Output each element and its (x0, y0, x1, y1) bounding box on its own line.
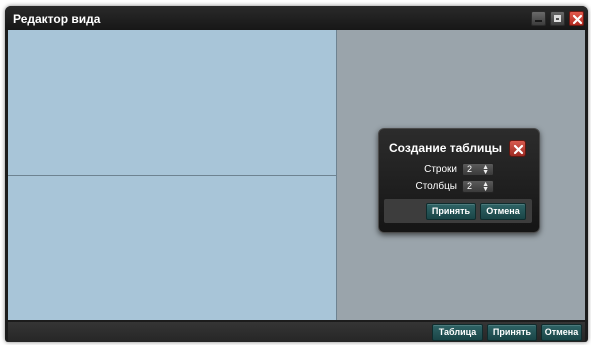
title-bar[interactable]: Редактор вида (5, 6, 588, 30)
table-button[interactable]: Таблица (432, 324, 483, 341)
window-title: Редактор вида (13, 12, 101, 26)
accept-button[interactable]: Принять (487, 324, 537, 341)
create-table-dialog: Создание таблицы Строки 2 ▲ ▼ Столбцы 2 ▲… (378, 128, 540, 233)
rows-spinner[interactable]: 2 ▲ ▼ (462, 163, 494, 176)
preview-row-divider (8, 175, 336, 176)
up-down-arrows-icon: ▲ ▼ (482, 181, 489, 193)
rows-value: 2 (467, 164, 473, 174)
maximize-button[interactable] (550, 11, 565, 26)
editor-workspace: Создание таблицы Строки 2 ▲ ▼ Столбцы 2 ▲… (8, 30, 585, 320)
up-down-arrows-icon: ▲ ▼ (482, 164, 489, 176)
bottom-toolbar: Таблица Принять Отмена (8, 322, 585, 342)
dialog-close-button[interactable] (509, 140, 526, 157)
view-editor-window: Редактор вида Создание таблицы Строки 2 … (5, 6, 588, 342)
dialog-accept-button[interactable]: Принять (426, 203, 476, 220)
columns-spinner[interactable]: 2 ▲ ▼ (462, 180, 494, 193)
columns-value: 2 (467, 181, 473, 191)
dialog-title: Создание таблицы (389, 141, 503, 155)
layout-preview[interactable] (8, 30, 337, 320)
close-icon (572, 14, 583, 25)
columns-label: Столбцы (415, 181, 457, 192)
close-button[interactable] (569, 11, 584, 26)
close-icon (513, 144, 524, 155)
minimize-button[interactable] (531, 11, 546, 26)
dialog-cancel-button[interactable]: Отмена (480, 203, 526, 220)
rows-label: Строки (424, 164, 457, 175)
cancel-button[interactable]: Отмена (541, 324, 582, 341)
dialog-footer: Принять Отмена (384, 199, 532, 223)
